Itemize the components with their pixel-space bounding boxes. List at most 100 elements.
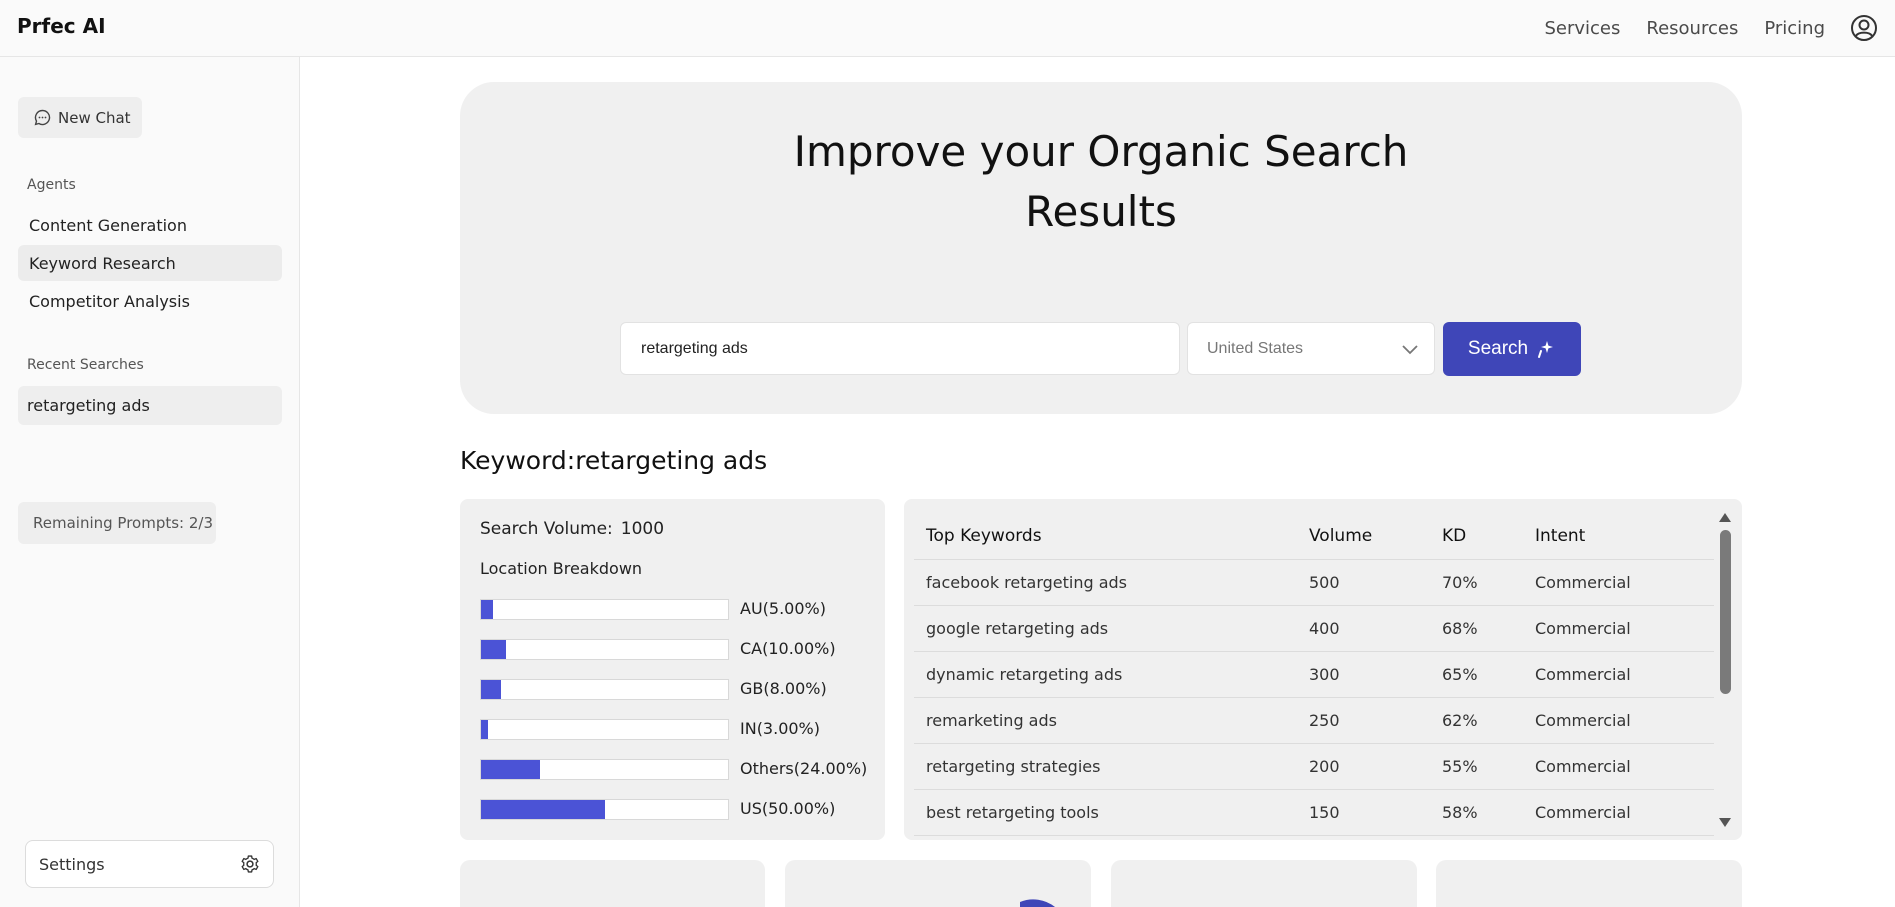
keyword-cell: retargeting strategies bbox=[914, 743, 1309, 790]
keyword-cell: dynamic retargeting ads bbox=[914, 651, 1309, 698]
table-header-row: Top Keywords Volume KD Intent bbox=[914, 513, 1714, 560]
intent-cell: Commercial bbox=[1535, 789, 1714, 836]
intent-cell: Commercial bbox=[1535, 651, 1714, 698]
column-header-keyword: Top Keywords bbox=[914, 513, 1309, 560]
nav-pricing[interactable]: Pricing bbox=[1764, 18, 1825, 39]
location-bar-label: Others(24.00%) bbox=[740, 759, 868, 778]
scroll-down-arrow-icon[interactable] bbox=[1719, 818, 1731, 827]
kd-cell: 68% bbox=[1442, 605, 1535, 652]
location-bar-row: US(50.00%) bbox=[480, 798, 880, 820]
hero-title: Improve your Organic Search Results bbox=[460, 122, 1742, 242]
bottom-card-4 bbox=[1436, 860, 1742, 907]
top-keywords-card: Top Keywords Volume KD Intent facebook r… bbox=[904, 499, 1742, 840]
bottom-card-3 bbox=[1111, 860, 1417, 907]
volume-cell: 300 bbox=[1309, 651, 1442, 698]
volume-cell: 400 bbox=[1309, 605, 1442, 652]
location-bar-label: IN(3.00%) bbox=[740, 719, 820, 738]
keyword-cell: google retargeting ads bbox=[914, 605, 1309, 652]
location-bar-track bbox=[480, 759, 729, 780]
table-scrollbar[interactable] bbox=[1716, 509, 1734, 831]
kd-cell: 58% bbox=[1442, 789, 1535, 836]
country-select[interactable]: United States bbox=[1187, 322, 1435, 375]
nav-resources[interactable]: Resources bbox=[1646, 18, 1738, 39]
search-volume-label: Search Volume: bbox=[480, 519, 613, 539]
sidebar-item-competitor-analysis[interactable]: Competitor Analysis bbox=[18, 283, 282, 319]
chevron-down-icon bbox=[1402, 344, 1418, 354]
sidebar-item-content-generation[interactable]: Content Generation bbox=[18, 207, 282, 243]
location-bar-row: CA(10.00%) bbox=[480, 638, 880, 660]
intent-cell: Commercial bbox=[1535, 559, 1714, 606]
top-keywords-table: Top Keywords Volume KD Intent facebook r… bbox=[914, 513, 1714, 836]
kd-cell: 62% bbox=[1442, 697, 1535, 744]
location-bar-label: CA(10.00%) bbox=[740, 639, 836, 658]
sparkle-icon bbox=[1538, 341, 1554, 358]
pie-chart-preview bbox=[1020, 899, 1055, 907]
location-bar-fill bbox=[481, 720, 489, 739]
user-circle-icon[interactable] bbox=[1850, 14, 1878, 42]
location-breakdown-label: Location Breakdown bbox=[480, 559, 643, 578]
column-header-volume: Volume bbox=[1309, 513, 1442, 560]
recent-search-item[interactable]: retargeting ads bbox=[18, 386, 282, 425]
hero-title-line1: Improve your Organic Search bbox=[793, 127, 1409, 176]
agents-label: Agents bbox=[27, 177, 76, 193]
column-header-kd: KD bbox=[1442, 513, 1535, 560]
intent-cell: Commercial bbox=[1535, 605, 1714, 652]
kd-cell: 65% bbox=[1442, 651, 1535, 698]
location-bar-fill bbox=[481, 680, 501, 699]
keyword-search-input[interactable] bbox=[620, 322, 1180, 375]
kd-cell: 70% bbox=[1442, 559, 1535, 606]
location-bar-label: AU(5.00%) bbox=[740, 599, 826, 618]
table-row[interactable]: facebook retargeting ads 500 70% Commercial bbox=[914, 559, 1714, 606]
location-bar-fill bbox=[481, 640, 506, 659]
search-volume: Search Volume: 1000 bbox=[480, 519, 664, 539]
location-bar-track bbox=[480, 599, 729, 620]
location-bar-label: US(50.00%) bbox=[740, 799, 836, 818]
remaining-prompts-badge: Remaining Prompts: 2/3 bbox=[18, 502, 216, 544]
keyword-heading: Keyword:retargeting ads bbox=[460, 446, 768, 475]
sidebar-item-keyword-research[interactable]: Keyword Research bbox=[18, 245, 282, 281]
location-bar-track bbox=[480, 799, 729, 820]
nav-services[interactable]: Services bbox=[1544, 18, 1620, 39]
country-select-value: United States bbox=[1207, 339, 1304, 357]
keyword-cell: remarketing ads bbox=[914, 697, 1309, 744]
table-row[interactable]: dynamic retargeting ads 300 65% Commercial bbox=[914, 651, 1714, 698]
gear-icon bbox=[241, 855, 259, 873]
table-row[interactable]: google retargeting ads 400 68% Commercial bbox=[914, 605, 1714, 652]
new-chat-label: New Chat bbox=[58, 108, 131, 127]
volume-cell: 150 bbox=[1309, 789, 1442, 836]
chat-bubble-icon bbox=[34, 109, 51, 126]
scroll-up-arrow-icon[interactable] bbox=[1719, 513, 1731, 522]
location-bar-row: Others(24.00%) bbox=[480, 758, 880, 780]
location-bar-fill bbox=[481, 800, 605, 819]
column-header-intent: Intent bbox=[1535, 513, 1714, 560]
keyword-cell: best retargeting tools bbox=[914, 789, 1309, 836]
location-bar-row: GB(8.00%) bbox=[480, 678, 880, 700]
location-bar-label: GB(8.00%) bbox=[740, 679, 827, 698]
volume-cell: 200 bbox=[1309, 743, 1442, 790]
search-button[interactable]: Search bbox=[1443, 322, 1581, 376]
location-bar-fill bbox=[481, 600, 494, 619]
settings-button[interactable]: Settings bbox=[25, 840, 274, 888]
table-row[interactable]: retargeting strategies 200 55% Commercial bbox=[914, 743, 1714, 790]
table-row[interactable]: remarketing ads 250 62% Commercial bbox=[914, 697, 1714, 744]
brand-logo[interactable]: Prfec AI bbox=[17, 14, 106, 38]
location-bar-track bbox=[480, 639, 729, 660]
top-navbar: Prfec AI Services Resources Pricing bbox=[0, 0, 1895, 57]
sidebar: New Chat Agents Content Generation Keywo… bbox=[0, 57, 300, 907]
table-body: facebook retargeting ads 500 70% Commercial… bbox=[914, 559, 1714, 836]
location-bar-track bbox=[480, 719, 729, 740]
intent-cell: Commercial bbox=[1535, 743, 1714, 790]
search-volume-card: Search Volume: 1000 Location Breakdown AU… bbox=[460, 499, 885, 840]
volume-cell: 250 bbox=[1309, 697, 1442, 744]
new-chat-button[interactable]: New Chat bbox=[18, 97, 142, 138]
scroll-thumb[interactable] bbox=[1720, 530, 1731, 694]
kd-cell: 55% bbox=[1442, 743, 1535, 790]
location-bar-row: AU(5.00%) bbox=[480, 598, 880, 620]
intent-cell: Commercial bbox=[1535, 697, 1714, 744]
hero-title-line2: Results bbox=[1025, 187, 1177, 236]
table-row[interactable]: best retargeting tools 150 58% Commercial bbox=[914, 789, 1714, 836]
location-bar-fill bbox=[481, 760, 541, 779]
bottom-card-2 bbox=[785, 860, 1091, 907]
location-bar-row: IN(3.00%) bbox=[480, 718, 880, 740]
recent-searches-label: Recent Searches bbox=[27, 357, 144, 373]
